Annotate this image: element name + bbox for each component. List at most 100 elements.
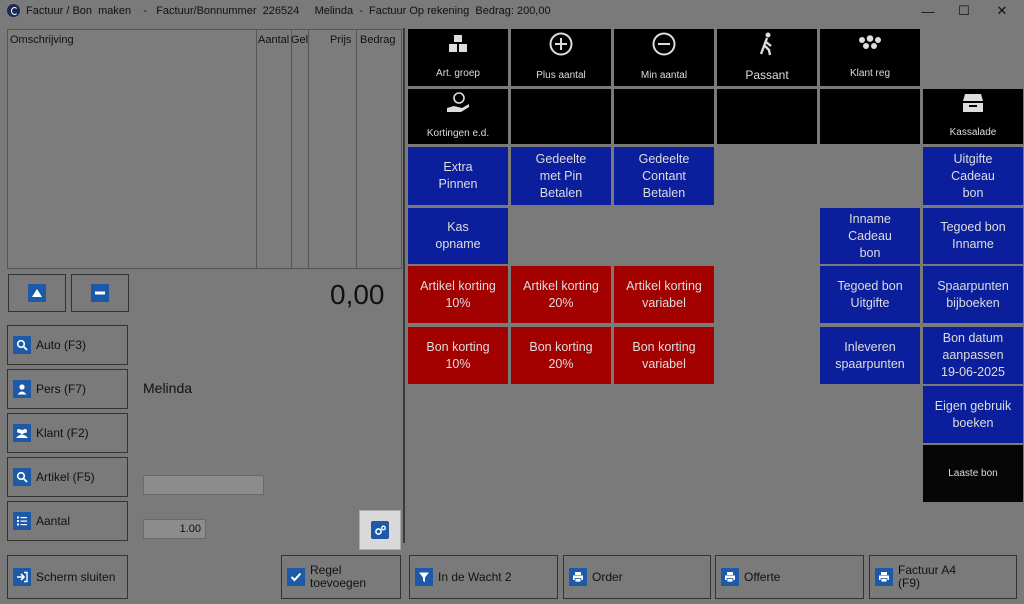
bon-korting-20-tile[interactable]: Bon korting 20%: [511, 327, 611, 384]
empty-tile[interactable]: [717, 89, 817, 144]
min-aantal-tile[interactable]: Min aantal: [614, 29, 714, 86]
maximize-button[interactable]: ☐: [946, 0, 982, 22]
aantal-button[interactable]: Aantal: [7, 501, 128, 541]
total-amount: 0,00: [330, 279, 385, 310]
scherm-sluiten-label: Scherm sluiten: [36, 569, 116, 584]
plus-aantal-tile[interactable]: Plus aantal: [511, 29, 611, 86]
person-icon: [13, 380, 31, 398]
inleveren-spaarpunten-tile[interactable]: Inleveren spaarpunten: [820, 327, 920, 384]
laatste-bon-tile[interactable]: Laaste bon: [923, 445, 1023, 502]
cash-drawer-icon: [961, 93, 985, 118]
artikel-korting-20-tile[interactable]: Artikel korting 20%: [511, 266, 611, 323]
title-bar: Factuur / Bon maken - Factuur/Bonnummer …: [0, 0, 1024, 22]
plus-circle-icon: [549, 32, 573, 61]
checkmark-icon: [287, 568, 305, 586]
gedeelte-contant-tile[interactable]: Gedeelte Contant Betalen: [614, 147, 714, 205]
eigen-gebruik-tile[interactable]: Eigen gebruik boeken: [923, 386, 1023, 443]
aantal-button-label: Aantal: [36, 514, 71, 528]
bon-korting-10-tile[interactable]: Bon korting 10%: [408, 327, 508, 384]
tegoed-inname-label: Tegoed bon Inname: [940, 220, 1006, 251]
bon-korting-20-label: Bon korting 20%: [529, 339, 593, 371]
factuur-a4-label: Factuur A4 (F9): [898, 563, 957, 590]
bon-datum-label: Bon datum aanpassen 19-06-2025: [941, 331, 1005, 379]
aantal-input[interactable]: 1.00: [143, 519, 206, 539]
discount-hand-icon: [445, 91, 471, 119]
pers-button[interactable]: Pers (F7): [7, 369, 128, 409]
funnel-icon: [415, 568, 433, 586]
printer-icon: [875, 568, 893, 586]
in-de-wacht-label: In de Wacht 2: [438, 569, 512, 584]
klant-reg-label: Klant reg: [849, 67, 891, 79]
artikel-korting-10-tile[interactable]: Artikel korting 10%: [408, 266, 508, 323]
tegoed-uitgifte-label: Tegoed bon Uitgifte: [837, 278, 903, 310]
column-header-prijs[interactable]: Prijs: [330, 34, 351, 46]
column-header-aantal[interactable]: Aantal: [258, 34, 289, 46]
walking-person-icon: [758, 32, 776, 61]
passant-tile[interactable]: Passant: [717, 29, 817, 86]
column-header-bedrag[interactable]: Bedrag: [360, 34, 395, 46]
spaarpunten-bijboeken-label: Spaarpunten bijboeken: [937, 278, 1009, 310]
regel-toevoegen-button[interactable]: Regel toevoegen: [281, 555, 401, 599]
offerte-button[interactable]: Offerte: [715, 555, 864, 599]
bon-korting-variabel-tile[interactable]: Bon korting variabel: [614, 327, 714, 384]
in-de-wacht-button[interactable]: In de Wacht 2: [409, 555, 558, 599]
min-aantal-label: Min aantal: [640, 69, 688, 81]
exit-icon: [13, 568, 31, 586]
tegoed-inname-tile[interactable]: Tegoed bon Inname: [923, 208, 1023, 264]
bon-korting-variabel-label: Bon korting variabel: [632, 339, 696, 371]
settings-button[interactable]: [359, 510, 401, 550]
gedeelte-contant-label: Gedeelte Contant Betalen: [638, 151, 690, 200]
minus-circle-icon: [652, 32, 676, 61]
scherm-sluiten-button[interactable]: Scherm sluiten: [7, 555, 128, 599]
klant-button-label: Klant (F2): [36, 426, 89, 440]
artikel-korting-10-label: Artikel korting 10%: [420, 278, 496, 310]
artikel-korting-variabel-tile[interactable]: Artikel korting variabel: [614, 266, 714, 323]
inleveren-spaarpunten-label: Inleveren spaarpunten: [835, 339, 905, 371]
order-button[interactable]: Order: [563, 555, 711, 599]
users-icon: [13, 424, 31, 442]
artikel-button[interactable]: Artikel (F5): [7, 457, 128, 497]
inname-cadeau-tile[interactable]: Inname Cadeau bon: [820, 208, 920, 264]
empty-tile[interactable]: [511, 89, 611, 144]
artikel-button-label: Artikel (F5): [36, 470, 95, 484]
artikel-input[interactable]: [143, 475, 264, 495]
klant-button[interactable]: Klant (F2): [7, 413, 128, 453]
receipt-lines-table[interactable]: Omschrijving Aantal Gel Prijs Bedrag: [7, 29, 402, 269]
customer-name: Melinda: [143, 380, 193, 396]
kas-opname-tile[interactable]: Kas opname: [408, 208, 508, 264]
boxes-icon: [447, 34, 469, 59]
gears-icon: [371, 521, 389, 539]
tegoed-uitgifte-tile[interactable]: Tegoed bon Uitgifte: [820, 266, 920, 323]
move-up-button[interactable]: [8, 274, 66, 312]
column-divider: [256, 30, 257, 268]
bon-datum-tile[interactable]: Bon datum aanpassen 19-06-2025: [923, 327, 1023, 384]
search-icon: [13, 468, 31, 486]
spaarpunten-bijboeken-tile[interactable]: Spaarpunten bijboeken: [923, 266, 1023, 323]
empty-tile[interactable]: [820, 89, 920, 144]
kortingen-tile[interactable]: Kortingen e.d.: [408, 89, 508, 144]
art-groep-label: Art. groep: [436, 67, 480, 79]
factuur-a4-button[interactable]: Factuur A4 (F9): [869, 555, 1017, 599]
extra-pinnen-tile[interactable]: Extra Pinnen: [408, 147, 508, 205]
empty-tile[interactable]: [614, 89, 714, 144]
app-icon: [7, 4, 20, 17]
passant-label: Passant: [745, 67, 789, 82]
uitgifte-cadeau-tile[interactable]: Uitgifte Cadeau bon: [923, 147, 1023, 205]
column-header-gel[interactable]: Gel: [291, 34, 308, 46]
close-button[interactable]: ✕: [984, 0, 1020, 22]
column-divider: [291, 30, 292, 268]
kassalade-tile[interactable]: Kassalade: [923, 89, 1023, 144]
minimize-button[interactable]: —: [910, 0, 946, 22]
remove-line-button[interactable]: [71, 274, 129, 312]
gedeelte-pin-tile[interactable]: Gedeelte met Pin Betalen: [511, 147, 611, 205]
printer-icon: [721, 568, 739, 586]
auto-button[interactable]: Auto (F3): [7, 325, 128, 365]
art-groep-tile[interactable]: Art. groep: [408, 29, 508, 86]
pers-button-label: Pers (F7): [36, 382, 87, 396]
bon-korting-10-label: Bon korting 10%: [426, 339, 490, 371]
pane-divider: [403, 28, 405, 543]
column-header-omschrijving[interactable]: Omschrijving: [10, 34, 74, 46]
column-divider: [308, 30, 309, 268]
printer-icon: [569, 568, 587, 586]
klant-reg-tile[interactable]: Klant reg: [820, 29, 920, 86]
